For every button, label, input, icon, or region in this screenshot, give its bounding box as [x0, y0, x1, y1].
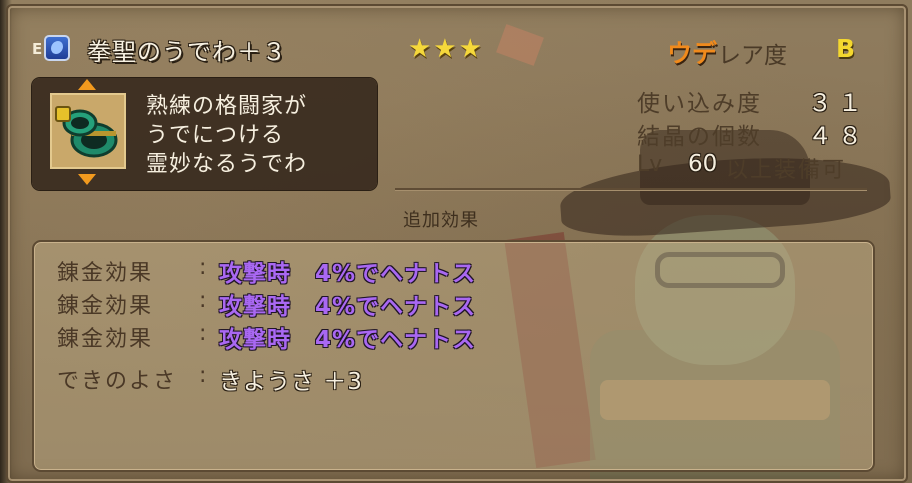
previous-item-arrow[interactable]: [78, 79, 96, 90]
star-rating: ★★★: [408, 34, 484, 64]
section-divider: [395, 188, 867, 190]
bonus-row-value: 攻撃時 4%でヘナトス: [219, 294, 477, 320]
bonus-row-label: 錬金効果: [57, 327, 154, 352]
bracelet-type-icon: [44, 35, 70, 61]
bonus-section-title: 追加効果: [403, 210, 479, 231]
bonus-row-separator: :: [199, 321, 207, 346]
required-level: 60: [688, 151, 718, 177]
rarity-category: ウデ: [667, 39, 718, 68]
level-prefix: Lv: [637, 152, 663, 177]
quality-row-value: きようさ ＋3: [219, 369, 363, 395]
equipped-marker: E: [32, 40, 43, 58]
level-requirement-label: 以上装備可: [726, 158, 847, 183]
bonus-row-value: 攻撃時 4%でヘナトス: [219, 327, 477, 353]
description-line: 霊妙なるうでわ: [146, 152, 308, 177]
quality-row-label: できのよさ: [57, 369, 178, 394]
rarity-grade: B: [836, 34, 856, 63]
crystal-count-label: 結晶の個数: [637, 124, 762, 150]
green-bracelet-icon: [50, 93, 126, 169]
item-name: 拳聖のうでわ＋３: [87, 38, 287, 66]
bonus-row-separator: :: [199, 255, 207, 280]
usage-label: 使い込み度: [637, 91, 762, 117]
usage-value: ３１: [808, 89, 868, 117]
crystal-count-value: ４８: [808, 122, 868, 150]
description-line: 熟練の格闘家が: [146, 94, 308, 119]
bonus-row-label: 錬金効果: [57, 261, 154, 286]
item-detail-window: E 拳聖のうでわ＋３ ★★★ ウデ レア度 B 熟練の格闘家が うでにつける 霊…: [0, 0, 912, 483]
bonus-row-value: 攻撃時 4%でヘナトス: [219, 261, 477, 287]
bonus-row-label: 錬金効果: [57, 294, 154, 319]
description-line: うでにつける: [146, 123, 285, 148]
rarity-label: レア度: [718, 43, 787, 69]
next-item-arrow[interactable]: [78, 174, 96, 185]
bonus-row-separator: :: [199, 288, 207, 313]
bonus-row-separator: :: [199, 363, 207, 388]
